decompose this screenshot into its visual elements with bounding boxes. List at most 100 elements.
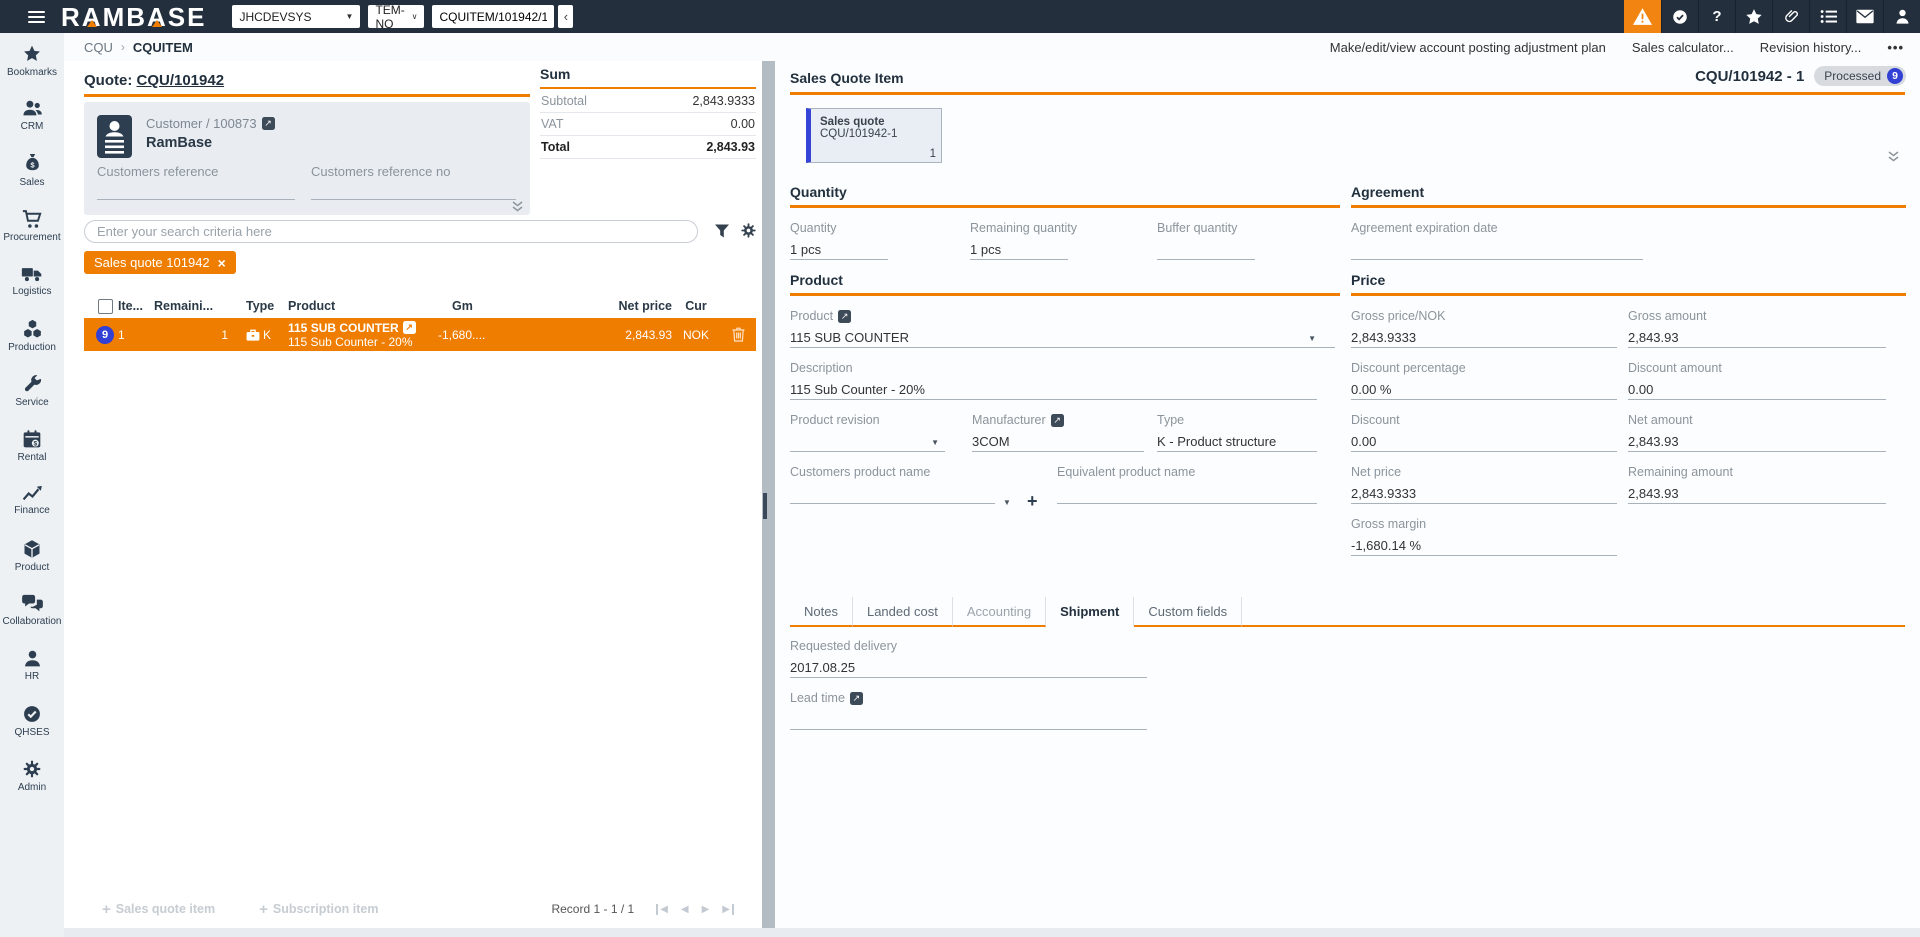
- agreement-expiration-date-field[interactable]: Agreement expiration date: [1351, 221, 1643, 260]
- dropdown-caret-icon[interactable]: ▼: [1003, 498, 1011, 507]
- sidebar-item-bookmarks[interactable]: Bookmarks: [0, 33, 64, 88]
- net-price-field[interactable]: Net price 2,843.9333: [1351, 465, 1617, 504]
- more-menu-icon[interactable]: •••: [1887, 40, 1904, 55]
- quote-item-row[interactable]: 9 1 1 K 115 SUB COUNTER ↗ 115 Sub Counter…: [84, 318, 756, 351]
- sidebar-item-sales[interactable]: $ Sales: [0, 143, 64, 198]
- external-link-icon[interactable]: ↗: [1050, 413, 1064, 427]
- tab-accounting[interactable]: Accounting: [952, 597, 1047, 627]
- pagination: ◀ ◀ ▶ ▶: [656, 903, 734, 915]
- manufacturer-field[interactable]: Manufacturer ↗ 3COM: [972, 413, 1144, 452]
- external-link-icon[interactable]: ↗: [402, 321, 416, 334]
- topbar-icon-strip: ?: [1624, 0, 1920, 33]
- settings-gear-icon[interactable]: [740, 222, 757, 239]
- filter-chip-sales-quote[interactable]: Sales quote 101942 ×: [84, 251, 236, 274]
- top-bar: RAMBASE JHCDEVSYS▼ TEM-NO∨ ‹ ?: [0, 0, 1920, 33]
- col-gm[interactable]: Gm: [438, 299, 526, 313]
- delete-trash-icon[interactable]: [732, 327, 745, 342]
- hamburger-menu-icon[interactable]: [28, 8, 45, 26]
- sidebar-item-product[interactable]: Product: [0, 528, 64, 583]
- header-underline: [790, 92, 1905, 95]
- requested-delivery-field[interactable]: Requested delivery 2017.08.25: [790, 639, 1147, 678]
- module-select[interactable]: TEM-NO ∨: [368, 3, 425, 31]
- environment-select[interactable]: JHCDEVSYS ▼: [232, 5, 361, 28]
- dropdown-caret-icon[interactable]: ▼: [1308, 334, 1316, 343]
- sidebar-item-hr[interactable]: HR: [0, 638, 64, 693]
- quote-link[interactable]: CQU/101942: [137, 72, 225, 89]
- buffer-quantity-field[interactable]: Buffer quantity: [1157, 221, 1255, 260]
- quantity-field[interactable]: Quantity 1 pcs: [790, 221, 888, 260]
- sidebar-item-finance[interactable]: Finance: [0, 473, 64, 528]
- discount-percentage-field[interactable]: Discount percentage 0.00 %: [1351, 361, 1617, 400]
- previous-page-icon[interactable]: ◀: [681, 904, 689, 915]
- user-icon[interactable]: [1883, 0, 1920, 33]
- sidebar-item-rental[interactable]: $ Rental: [0, 418, 64, 473]
- sidebar-item-production[interactable]: Production: [0, 308, 64, 363]
- sum-row-vat: VAT 0.00: [540, 113, 756, 136]
- gross-price-field[interactable]: Gross price/NOK 2,843.9333: [1351, 309, 1617, 348]
- col-remaining[interactable]: Remaini...: [154, 299, 232, 313]
- sales-calculator-link[interactable]: Sales calculator...: [1632, 40, 1734, 55]
- product-field[interactable]: Product ↗ 115 SUB COUNTER ▼: [790, 309, 1340, 348]
- next-page-icon[interactable]: ▶: [702, 904, 710, 915]
- tab-notes[interactable]: Notes: [790, 597, 853, 627]
- sidebar-item-crm[interactable]: CRM: [0, 88, 64, 143]
- tab-custom-fields[interactable]: Custom fields: [1134, 597, 1243, 627]
- col-type[interactable]: Type: [232, 299, 288, 313]
- tab-shipment[interactable]: Shipment: [1046, 597, 1135, 627]
- mail-icon[interactable]: [1846, 0, 1883, 33]
- verified-badge-icon[interactable]: [1661, 0, 1698, 33]
- col-product[interactable]: Product: [288, 299, 438, 313]
- sidebar-item-procurement[interactable]: Procurement: [0, 198, 64, 253]
- customer-card[interactable]: Customer / 100873 ↗ RamBase Customers re…: [84, 102, 530, 215]
- tab-landed-cost[interactable]: Landed cost: [852, 597, 953, 627]
- chip-close-icon[interactable]: ×: [218, 255, 226, 271]
- expand-chevron-icon[interactable]: [511, 201, 524, 212]
- col-cur[interactable]: Cur: [672, 299, 720, 313]
- product-revision-field[interactable]: Product revision ▼: [790, 413, 945, 452]
- favorites-star-icon[interactable]: [1735, 0, 1772, 33]
- description-field[interactable]: Description 115 Sub Counter - 20%: [790, 361, 1340, 400]
- back-button[interactable]: ‹: [558, 5, 574, 28]
- warning-icon[interactable]: [1624, 0, 1661, 33]
- filter-funnel-icon[interactable]: [714, 223, 730, 239]
- sidebar-item-qhses[interactable]: QHSES: [0, 693, 64, 748]
- splitter-handle[interactable]: [763, 493, 767, 519]
- account-posting-link[interactable]: Make/edit/view account posting adjustmen…: [1330, 40, 1606, 55]
- collapse-chevron-icon[interactable]: [1887, 151, 1900, 162]
- search-input[interactable]: [84, 220, 698, 243]
- external-link-icon[interactable]: ↗: [261, 117, 275, 130]
- external-link-icon[interactable]: ↗: [838, 309, 852, 323]
- sidebar-item-service[interactable]: Service: [0, 363, 64, 418]
- sidebar-item-admin[interactable]: Admin: [0, 748, 64, 803]
- money-bag-icon: $: [25, 153, 39, 170]
- linked-sales-quote-card[interactable]: Sales quote CQU/101942-1 1: [806, 108, 942, 163]
- discount-field[interactable]: Discount 0.00: [1351, 413, 1617, 452]
- customers-reference-field[interactable]: [97, 199, 295, 200]
- breadcrumb-parent[interactable]: CQU: [84, 40, 113, 55]
- chat-bubbles-icon: [21, 594, 43, 612]
- revision-history-link[interactable]: Revision history...: [1760, 40, 1862, 55]
- customers-product-name-field[interactable]: Customers product name: [790, 465, 995, 504]
- external-link-icon[interactable]: ↗: [849, 691, 863, 705]
- first-page-icon[interactable]: ◀: [656, 903, 668, 915]
- panel-splitter[interactable]: [762, 61, 775, 928]
- col-net-price[interactable]: Net price: [526, 299, 673, 313]
- select-all-checkbox[interactable]: [98, 298, 113, 314]
- list-icon[interactable]: [1809, 0, 1846, 33]
- add-subscription-item-button[interactable]: + Subscription item: [259, 901, 378, 918]
- dropdown-caret-icon[interactable]: ▼: [931, 438, 939, 447]
- col-item[interactable]: Ite...: [118, 299, 154, 313]
- quote-list-panel: Quote: CQU/101942 Sum Subtotal 2,843.9333…: [64, 61, 762, 928]
- sidebar-item-collaboration[interactable]: Collaboration: [0, 583, 64, 638]
- document-id-input[interactable]: [432, 5, 555, 28]
- last-page-icon[interactable]: ▶: [722, 903, 734, 915]
- add-sales-quote-item-button[interactable]: + Sales quote item: [102, 901, 215, 918]
- customers-reference-no-label: Customers reference no: [311, 164, 451, 179]
- customers-reference-no-field[interactable]: [311, 199, 516, 200]
- sidebar-item-logistics[interactable]: Logistics: [0, 253, 64, 308]
- equivalent-product-name-field[interactable]: Equivalent product name: [1057, 465, 1317, 504]
- attachment-paperclip-icon[interactable]: [1772, 0, 1809, 33]
- lead-time-field[interactable]: Lead time ↗: [790, 691, 1147, 730]
- help-icon[interactable]: ?: [1698, 0, 1735, 33]
- add-plus-icon[interactable]: +: [1027, 491, 1038, 512]
